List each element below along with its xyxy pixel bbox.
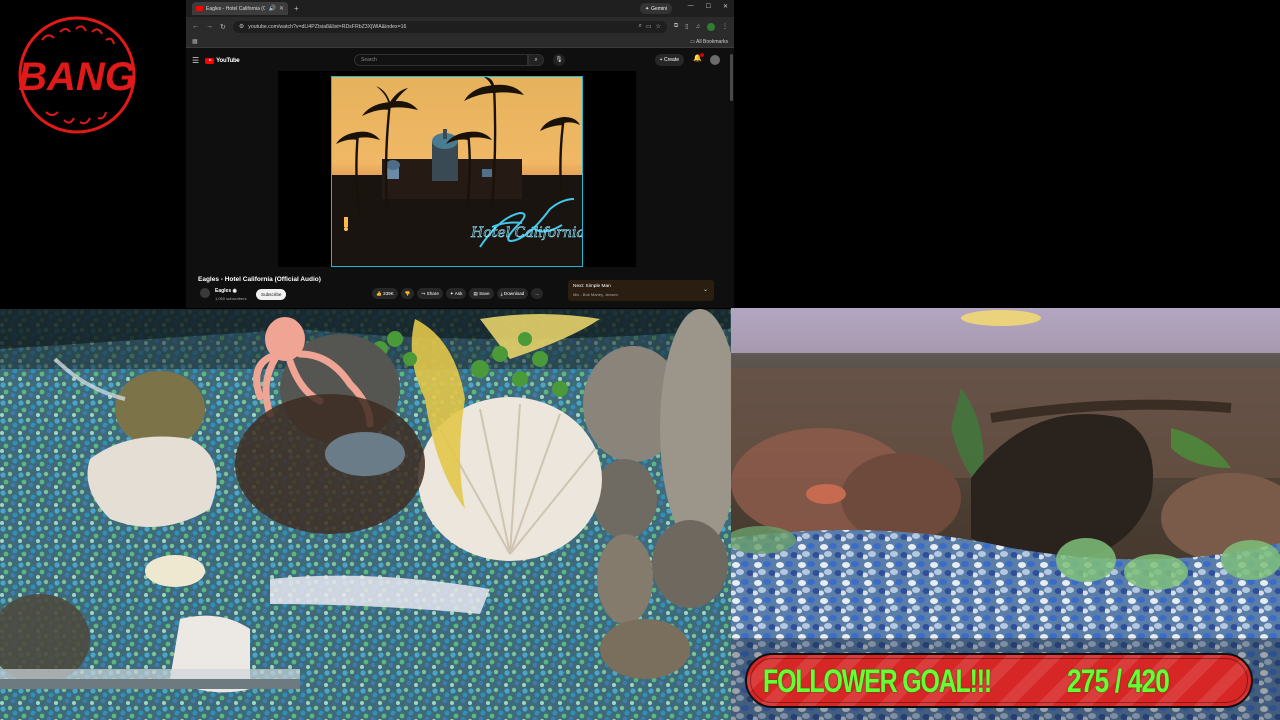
url-text: youtube.com/watch?v=dLl4PZtsia8&list=RDs… <box>248 23 407 30</box>
channel-avatar[interactable] <box>200 288 210 298</box>
all-bookmarks-label: All Bookmarks <box>696 38 728 45</box>
youtube-header: ☰ YouTube Search ⌕ 🎙 + Create 🔔 <box>186 48 734 101</box>
create-label: Create <box>663 57 679 63</box>
ask-button[interactable]: ✦ Ask <box>445 288 467 299</box>
share-icon: ↪ <box>421 291 426 296</box>
close-window-icon[interactable]: ✕ <box>723 3 728 10</box>
address-bar[interactable]: ⚙ youtube.com/watch?v=dLl4PZtsia8&list=R… <box>232 20 667 33</box>
download-icon: ⤓ <box>500 291 503 296</box>
account-avatar[interactable] <box>710 55 720 65</box>
follower-separator: / <box>1114 663 1122 699</box>
profile-avatar[interactable] <box>707 22 715 31</box>
next-up-card[interactable]: Next: Simple Man Mix - Bob Marley, Jense… <box>568 280 714 301</box>
thumbs-up-icon: 👍 <box>376 291 382 296</box>
youtube-play-icon <box>205 57 215 64</box>
chevron-down-icon[interactable]: ⌄ <box>703 286 708 293</box>
window-controls: — ☐ ✕ <box>688 3 728 10</box>
new-tab-icon[interactable]: + <box>294 4 299 13</box>
tab-title: Eagles - Hotel California (C <box>206 5 266 12</box>
search-input[interactable]: Search <box>354 54 528 66</box>
channel-subscribers: 1,050 subscribers <box>215 296 247 301</box>
subscribe-button[interactable]: Subscribe <box>256 289 287 300</box>
tab-close-icon[interactable]: ✕ <box>279 5 284 12</box>
follower-goal-count: 275 / 420 <box>1067 663 1170 700</box>
back-icon[interactable]: ← <box>192 23 199 30</box>
bookmarks-bar: ▦ ▭ All Bookmarks <box>186 36 734 48</box>
sparkle-icon: ✦ <box>644 5 650 12</box>
browser-window: Eagles - Hotel California (C 🔊 ✕ + ✦ Gem… <box>186 0 734 308</box>
forward-icon[interactable]: → <box>206 23 213 30</box>
bookmark-star-icon[interactable]: ☆ <box>656 23 661 30</box>
next-up-subtitle: Mix - Bob Marley, Jensen <box>573 292 618 297</box>
video-title: Eagles - Hotel California (Official Audi… <box>198 276 321 283</box>
create-button[interactable]: + Create <box>654 54 684 66</box>
save-icon: ▤ <box>473 291 478 296</box>
zoom-icon[interactable]: ⌕ <box>638 23 641 30</box>
sparkle-ask-icon: ✦ <box>449 291 454 296</box>
all-bookmarks-link[interactable]: ▭ All Bookmarks <box>690 39 728 45</box>
youtube-logo[interactable]: YouTube <box>205 57 240 64</box>
follower-target: 420 <box>1127 663 1170 699</box>
youtube-page: ☰ YouTube Search ⌕ 🎙 + Create 🔔 Hotel Ca… <box>186 48 734 308</box>
logo-text: BANG <box>18 55 136 99</box>
video-actions: 👍 339K 👎 ↪ Share ✦ Ask ▤ Save ⤓ Download… <box>372 288 544 299</box>
notifications-bell-icon[interactable]: 🔔 <box>693 53 704 62</box>
thumbs-down-icon: 👎 <box>404 291 411 296</box>
browser-menu-icon[interactable]: ⋮ <box>722 23 728 30</box>
media-icon[interactable]: ♫ <box>696 24 701 30</box>
tab-bar: Eagles - Hotel California (C 🔊 ✕ + ✦ Gem… <box>186 0 734 17</box>
album-script-text: Hotel California <box>470 225 582 241</box>
like-count: 339K <box>383 291 394 296</box>
page-scrollbar[interactable] <box>730 54 733 101</box>
minimize-icon[interactable]: — <box>688 3 694 10</box>
speaker-icon[interactable]: 🔊 <box>268 5 275 12</box>
cast-icon[interactable]: ▭ <box>646 23 652 30</box>
save-label: Save <box>479 291 490 296</box>
download-button[interactable]: ⤓ Download <box>496 288 529 299</box>
notification-dot <box>700 53 704 57</box>
follower-goal-label: FOLLOWER GOAL!!! <box>763 663 992 699</box>
search-icon[interactable]: ⌕ <box>528 54 544 66</box>
sidepanel-icon[interactable]: ▯ <box>685 23 688 30</box>
hamburger-menu-icon[interactable]: ☰ <box>192 56 199 65</box>
follower-current: 275 <box>1067 663 1109 699</box>
youtube-wordmark: YouTube <box>216 57 240 64</box>
album-art: Hotel California <box>331 76 583 267</box>
microphone-icon[interactable]: 🎙 <box>553 54 565 66</box>
video-player[interactable]: Hotel California <box>278 71 636 267</box>
gemini-label: Gemini <box>651 5 667 12</box>
tab-hotel-california[interactable]: Eagles - Hotel California (C 🔊 ✕ <box>192 2 288 15</box>
follower-goal-bar: FOLLOWER GOAL!!! 275 / 420 <box>745 653 1253 708</box>
gemini-button[interactable]: ✦ Gemini <box>639 3 672 14</box>
youtube-favicon-icon <box>196 6 203 11</box>
apps-grid-icon[interactable]: ▦ <box>192 38 198 45</box>
extensions-icon[interactable]: ⧉ <box>674 23 678 30</box>
reload-icon[interactable]: ↻ <box>220 23 226 31</box>
site-info-icon[interactable]: ⚙ <box>239 23 244 30</box>
aquarium-camera-top-view <box>0 309 731 720</box>
channel-name[interactable]: Eagles ◉ <box>215 288 237 294</box>
dislike-button[interactable]: 👎 <box>400 288 415 299</box>
ask-label: Ask <box>454 291 463 296</box>
next-up-title: Next: Simple Man <box>573 284 611 289</box>
more-actions-button[interactable]: ... <box>531 288 544 299</box>
channel-name-text: Eagles <box>215 288 232 294</box>
like-button[interactable]: 👍 339K <box>372 288 398 299</box>
save-button[interactable]: ▤ Save <box>469 288 494 299</box>
verified-icon: ◉ <box>232 288 237 294</box>
download-label: Download <box>503 291 525 296</box>
share-button[interactable]: ↪ Share <box>417 288 443 299</box>
address-row: ← → ↻ ⚙ youtube.com/watch?v=dLl4PZtsia8&… <box>186 17 734 36</box>
bang-logo: BANG <box>18 16 136 134</box>
share-label: Share <box>426 291 439 296</box>
maximize-icon[interactable]: ☐ <box>706 3 711 10</box>
